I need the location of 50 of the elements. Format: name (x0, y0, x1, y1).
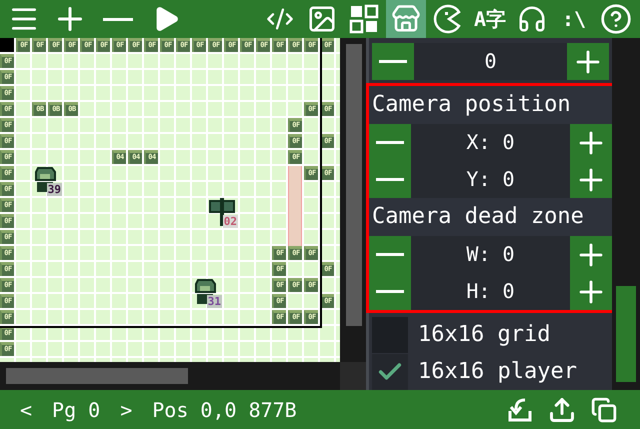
next-page-button[interactable]: > (120, 398, 132, 422)
shop-icon (391, 4, 421, 34)
increment-button[interactable] (567, 43, 609, 80)
stepper-value: W: 0 (465, 241, 516, 268)
position-readout: Pos 0,0 (152, 398, 237, 422)
copy-icon (591, 396, 617, 422)
shop-tab[interactable] (386, 0, 426, 38)
stepper-value: X: 0 (465, 129, 516, 156)
checkbox-label: 16x16 grid (417, 322, 550, 347)
actor-label: 39 (46, 183, 62, 196)
minus-icon (376, 253, 404, 256)
scrollbar-thumb[interactable] (616, 286, 636, 382)
scrollbar-thumb[interactable] (346, 44, 362, 326)
actor-label: 02 (222, 215, 238, 228)
trigger-cell (288, 230, 302, 246)
image-icon (307, 4, 337, 34)
minus-icon (379, 60, 407, 63)
decrement-button[interactable] (369, 236, 411, 273)
cursor-cell (0, 38, 14, 52)
page-number: Pg 0 (52, 398, 100, 422)
decrement-button[interactable] (369, 124, 411, 161)
previous-page-button[interactable]: < (20, 398, 32, 422)
scrollbar-corner (340, 362, 366, 390)
text-tab[interactable]: A字 (470, 0, 510, 38)
decrement-button[interactable] (369, 161, 411, 198)
import-icon (507, 396, 533, 422)
increment-button[interactable] (570, 273, 612, 310)
help-icon (600, 3, 632, 35)
text-tab[interactable]: :\ (554, 0, 594, 38)
increment-button[interactable] (570, 236, 612, 273)
minus-icon (376, 290, 404, 293)
scrollbar-thumb[interactable] (6, 368, 188, 384)
minus-icon (376, 178, 404, 181)
actor-label: 31 (206, 295, 222, 308)
headphones-icon (517, 4, 547, 34)
trigger-cell (288, 166, 302, 182)
increment-button[interactable] (570, 124, 612, 161)
minus-icon (376, 141, 404, 144)
increment-button[interactable] (570, 161, 612, 198)
checkbox-label: 16x16 player (417, 359, 577, 384)
stepper-value: Y: 0 (465, 166, 516, 193)
squares-icon (349, 4, 379, 34)
stepper-value: 0 (483, 48, 498, 75)
decrement-button[interactable] (369, 273, 411, 310)
stepper-value: H: 0 (465, 278, 516, 305)
decrement-button[interactable] (372, 43, 414, 80)
size-readout: 877B (248, 398, 297, 422)
minus-icon (103, 18, 133, 20)
upload-icon (548, 396, 576, 424)
checkbox[interactable] (372, 354, 408, 390)
